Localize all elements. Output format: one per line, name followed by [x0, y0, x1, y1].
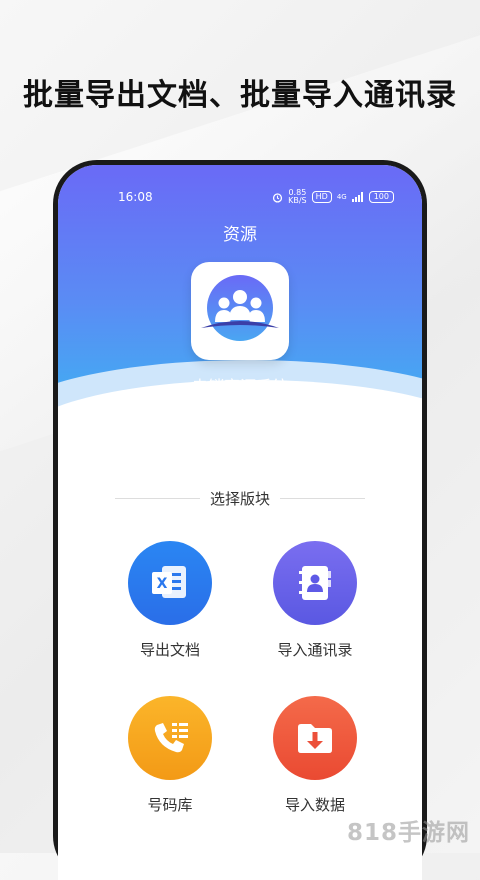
phone-frame: 16:08 0.85 KB/S HD 4G 100 资源 电销客源系统 选择版块… [53, 160, 427, 880]
watermark: 818手游网 [346, 820, 470, 846]
hd-badge: HD [311, 191, 332, 203]
tile-export-document-circle[interactable]: X [128, 541, 212, 625]
excel-document-icon: X [152, 566, 186, 598]
app-logo [191, 262, 289, 360]
status-icons: 0.85 KB/S HD 4G 100 [272, 189, 394, 205]
divider-right [280, 498, 365, 499]
tile-number-library[interactable]: 号码库 [105, 696, 235, 815]
battery-icon: 100 [368, 191, 394, 203]
phone-screen: 16:08 0.85 KB/S HD 4G 100 资源 电销客源系统 选择版块… [58, 165, 422, 880]
screen-title: 资源 [223, 225, 257, 245]
tile-import-contacts-circle[interactable] [273, 541, 357, 625]
tile-import-data[interactable]: 导入数据 [250, 696, 380, 815]
svg-text:X: X [157, 576, 168, 592]
tile-number-library-circle[interactable] [128, 696, 212, 780]
tile-import-contacts[interactable]: 导入通讯录 [250, 541, 380, 660]
contacts-book-icon [299, 566, 331, 600]
signal-icon [351, 192, 363, 202]
tile-import-data-circle[interactable] [273, 696, 357, 780]
status-time: 16:08 [118, 190, 153, 204]
promo-headline: 批量导出文档、批量导入通讯录 [23, 78, 457, 113]
app-name: 电销客源系统 [191, 377, 288, 396]
net-speed: 0.85 KB/S [288, 188, 307, 205]
tile-import-contacts-label: 导入通讯录 [277, 641, 353, 659]
status-bar: 16:08 0.85 KB/S HD 4G 100 [118, 189, 394, 205]
tile-import-data-label: 导入数据 [284, 796, 345, 814]
import-folder-icon [298, 724, 332, 753]
signal-label: 4G [336, 193, 347, 201]
alarm-icon [273, 192, 283, 203]
tile-export-document-label: 导出文档 [139, 641, 200, 659]
phone-list-icon [154, 723, 188, 753]
tile-export-document[interactable]: X 导出文档 [105, 541, 235, 660]
tile-number-library-label: 号码库 [147, 796, 193, 814]
team-logo-icon [201, 275, 279, 341]
hero-wave-white [58, 380, 422, 500]
